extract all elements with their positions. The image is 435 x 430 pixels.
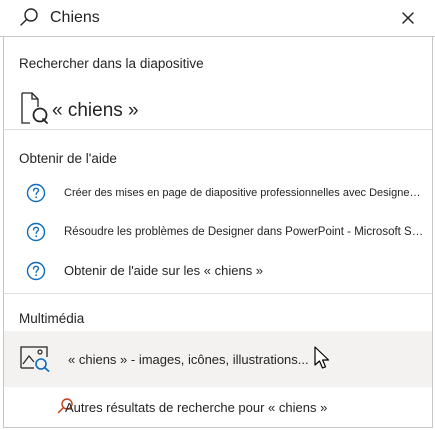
section-header-slide-search: Rechercher dans la diapositive xyxy=(19,56,204,71)
help-item-label: Obtenir de l'aide sur les « chiens » xyxy=(64,263,264,278)
search-bar[interactable]: Chiens xyxy=(0,0,435,37)
help-item-designer-troubleshoot[interactable]: Résoudre les problèmes de Designer dans … xyxy=(4,214,432,250)
help-item-label: Résoudre les problèmes de Designer dans … xyxy=(64,226,424,238)
search-icon xyxy=(20,8,38,26)
slide-search-label: « chiens » xyxy=(52,100,139,121)
question-circle-icon xyxy=(26,222,46,242)
help-item-designer-layouts[interactable]: Créer des mises en page de diapositive p… xyxy=(4,175,432,211)
media-result[interactable]: « chiens » - images, icônes, illustratio… xyxy=(4,331,432,387)
question-circle-icon xyxy=(26,261,46,281)
close-icon[interactable] xyxy=(398,8,418,28)
search-input[interactable]: Chiens xyxy=(50,8,100,28)
section-header-help: Obtenir de l'aide xyxy=(19,151,117,166)
slide-search-result[interactable]: « chiens » xyxy=(18,91,218,131)
divider xyxy=(4,293,432,294)
help-item-label: Créer des mises en page de diapositive p… xyxy=(64,187,424,199)
slide-search-icon xyxy=(21,92,48,124)
search-results-panel: Rechercher dans la diapositive « chiens … xyxy=(3,37,433,428)
mouse-cursor-icon xyxy=(314,346,330,369)
question-circle-icon xyxy=(26,183,46,203)
section-header-media: Multimédia xyxy=(19,311,85,326)
divider xyxy=(4,129,432,130)
image-search-icon xyxy=(20,346,50,372)
media-result-label: « chiens » - images, icônes, illustratio… xyxy=(68,352,309,367)
help-item-get-help[interactable]: Obtenir de l'aide sur les « chiens » xyxy=(4,253,432,289)
more-results-label: Autres résultats de recherche pour « chi… xyxy=(65,400,328,415)
more-results-link[interactable]: Autres résultats de recherche pour « chi… xyxy=(4,393,432,421)
